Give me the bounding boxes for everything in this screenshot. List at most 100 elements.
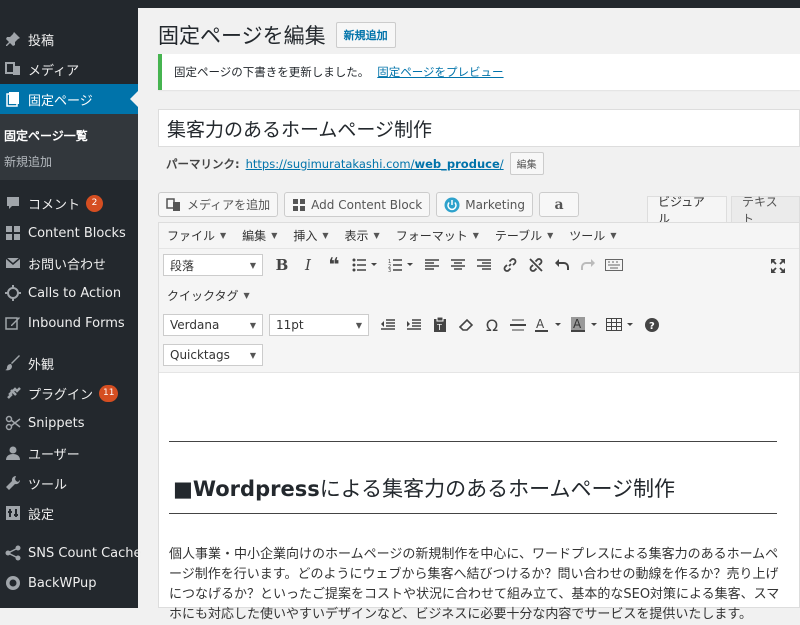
sidebar-item-tools[interactable]: ツール [0,468,138,498]
sidebar-item-snippets[interactable]: Snippets [0,408,138,438]
help-icon[interactable]: ? [639,313,665,337]
sidebar-item-users[interactable]: ユーザー [0,438,138,468]
sidebar-item-comments[interactable]: コメント 2 [0,188,138,218]
menu-edit[interactable]: 編集 ▼ [242,227,277,244]
menu-label: テーブル [494,229,543,243]
sidebar-item-pages[interactable]: 固定ページ [0,84,138,114]
pushpin-icon [4,30,22,48]
sidebar-item-appearance[interactable]: 外観 [0,348,138,378]
font-size-value: 11pt [276,318,304,332]
sidebar-item-backwpup[interactable]: BackWPup [0,568,138,598]
sidebar-item-contact[interactable]: お問い合わせ [0,248,138,278]
horizontal-rule-bottom [169,513,777,514]
blockquote-icon[interactable]: ❝ [321,253,347,277]
preview-link[interactable]: 固定ページをプレビュー [377,64,503,80]
redo-icon[interactable] [575,253,601,277]
font-family-select[interactable]: Verdana ▼ [163,314,263,336]
undo-icon[interactable] [549,253,575,277]
link-icon[interactable] [497,253,523,277]
toolbar-row-1: 段落 ▼ B I ❝ 123 [163,252,795,278]
sidebar-item-sns-count-cache[interactable]: SNS Count Cache [0,538,142,568]
horizontal-rule-top [169,441,777,442]
quicktag-dropdown[interactable]: クイックタグ ▼ [163,287,250,304]
page-header: 固定ページを編集 新規追加 [158,20,396,50]
numbered-list-icon[interactable]: 123 [383,253,419,277]
share-icon [4,544,22,562]
amazon-icon: a [554,196,564,213]
sidebar-item-calls-to-action[interactable]: Calls to Action [0,278,138,308]
indent-icon[interactable] [401,313,427,337]
background-color-icon[interactable]: A [567,313,603,337]
bold-icon[interactable]: B [269,253,295,277]
svg-text:?: ? [649,321,655,332]
add-media-button[interactable]: メディアを追加 [158,192,279,217]
update-notice: 固定ページの下書きを更新しました。 固定ページをプレビュー [158,54,800,90]
tab-text[interactable]: テキスト [731,195,800,226]
quicktags-value: Quicktags [170,348,230,362]
bullet-list-icon[interactable] [347,253,383,277]
format-select[interactable]: 段落 ▼ [163,254,263,276]
submenu-all-pages[interactable]: 固定ページ一覧 [0,122,138,148]
sidebar-item-label: 設定 [28,507,55,523]
caret-down-icon: ▼ [355,320,362,330]
mail-icon [4,254,22,272]
sidebar-item-settings[interactable]: 設定 [0,498,138,528]
menu-view[interactable]: 表示 ▼ [345,227,380,244]
sidebar-item-posts[interactable]: 投稿 [0,24,138,54]
add-content-block-button[interactable]: Add Content Block [284,192,431,217]
permalink-edit-button[interactable]: 編集 [509,152,544,175]
caret-down-icon: ▼ [547,231,554,240]
editor-toolbars: 段落 ▼ B I ❝ 123 クイックタグ ▼ Verdana ▼ 11pt ▼… [159,249,799,373]
table-icon[interactable] [603,313,639,337]
brush-icon [4,354,22,372]
post-title-input[interactable]: 集客力のあるホームページ制作 [158,109,800,147]
italic-icon[interactable]: I [295,253,321,277]
eraser-icon[interactable] [453,313,479,337]
amazon-button[interactable]: a [539,192,580,217]
sidebar-item-label: SNS Count Cache [28,545,142,561]
font-size-select[interactable]: 11pt ▼ [269,314,369,336]
align-left-icon[interactable] [419,253,445,277]
sidebar-item-plugins[interactable]: プラグイン 11 [0,378,138,408]
text-color-icon[interactable]: A [531,313,567,337]
editor-menubar: ファイル ▼ 編集 ▼ 挿入 ▼ 表示 ▼ フォーマット ▼ テーブル ▼ ツール ▼ [159,223,799,249]
menu-label: ツール [569,229,606,243]
quicktag-label: クイックタグ [167,288,239,303]
caret-down-icon: ▼ [472,231,479,240]
toolbar-row-2: クイックタグ ▼ [163,282,795,308]
paste-text-icon[interactable]: T [427,313,453,337]
sidebar-item-inbound-forms[interactable]: Inbound Forms [0,308,138,338]
align-right-icon[interactable] [471,253,497,277]
tab-visual[interactable]: ビジュアル [647,195,728,226]
sidebar-item-label: Inbound Forms [28,315,125,331]
align-center-icon[interactable] [445,253,471,277]
fullscreen-icon[interactable] [765,254,791,278]
outdent-icon[interactable] [375,313,401,337]
menu-insert[interactable]: 挿入 ▼ [293,227,328,244]
sidebar-item-media[interactable]: メディア [0,54,138,84]
menu-file[interactable]: ファイル ▼ [167,227,226,244]
add-new-button[interactable]: 新規追加 [335,22,396,48]
menu-table[interactable]: テーブル ▼ [495,227,553,244]
editor-tabs: ビジュアル テキスト [643,195,800,226]
sidebar-item-label: BackWPup [28,575,97,591]
permalink-label: パーマリンク: [166,156,240,171]
svg-text:A: A [573,317,582,331]
settings-icon [4,504,22,522]
unlink-icon[interactable] [523,253,549,277]
caret-down-icon: ▼ [249,260,256,270]
quicktags-select[interactable]: Quicktags ▼ [163,344,263,366]
permalink-url[interactable]: https://sugimuratakashi.com/web_produce/ [246,157,504,171]
menu-label: ファイル [167,229,216,243]
keyboard-shortcuts-icon[interactable] [601,253,627,277]
horizontal-rule-icon[interactable] [505,313,531,337]
submenu-add-new[interactable]: 新規追加 [0,148,138,174]
omega-icon[interactable]: Ω [479,313,505,337]
sidebar-item-content-blocks[interactable]: Content Blocks [0,218,138,248]
edit-form-icon [4,314,22,332]
menu-format[interactable]: フォーマット ▼ [396,227,479,244]
sidebar-item-label: Content Blocks [28,225,126,241]
permalink-slug: web_produce [414,156,500,171]
marketing-button[interactable]: Marketing [436,192,534,217]
menu-tools[interactable]: ツール ▼ [569,227,616,244]
